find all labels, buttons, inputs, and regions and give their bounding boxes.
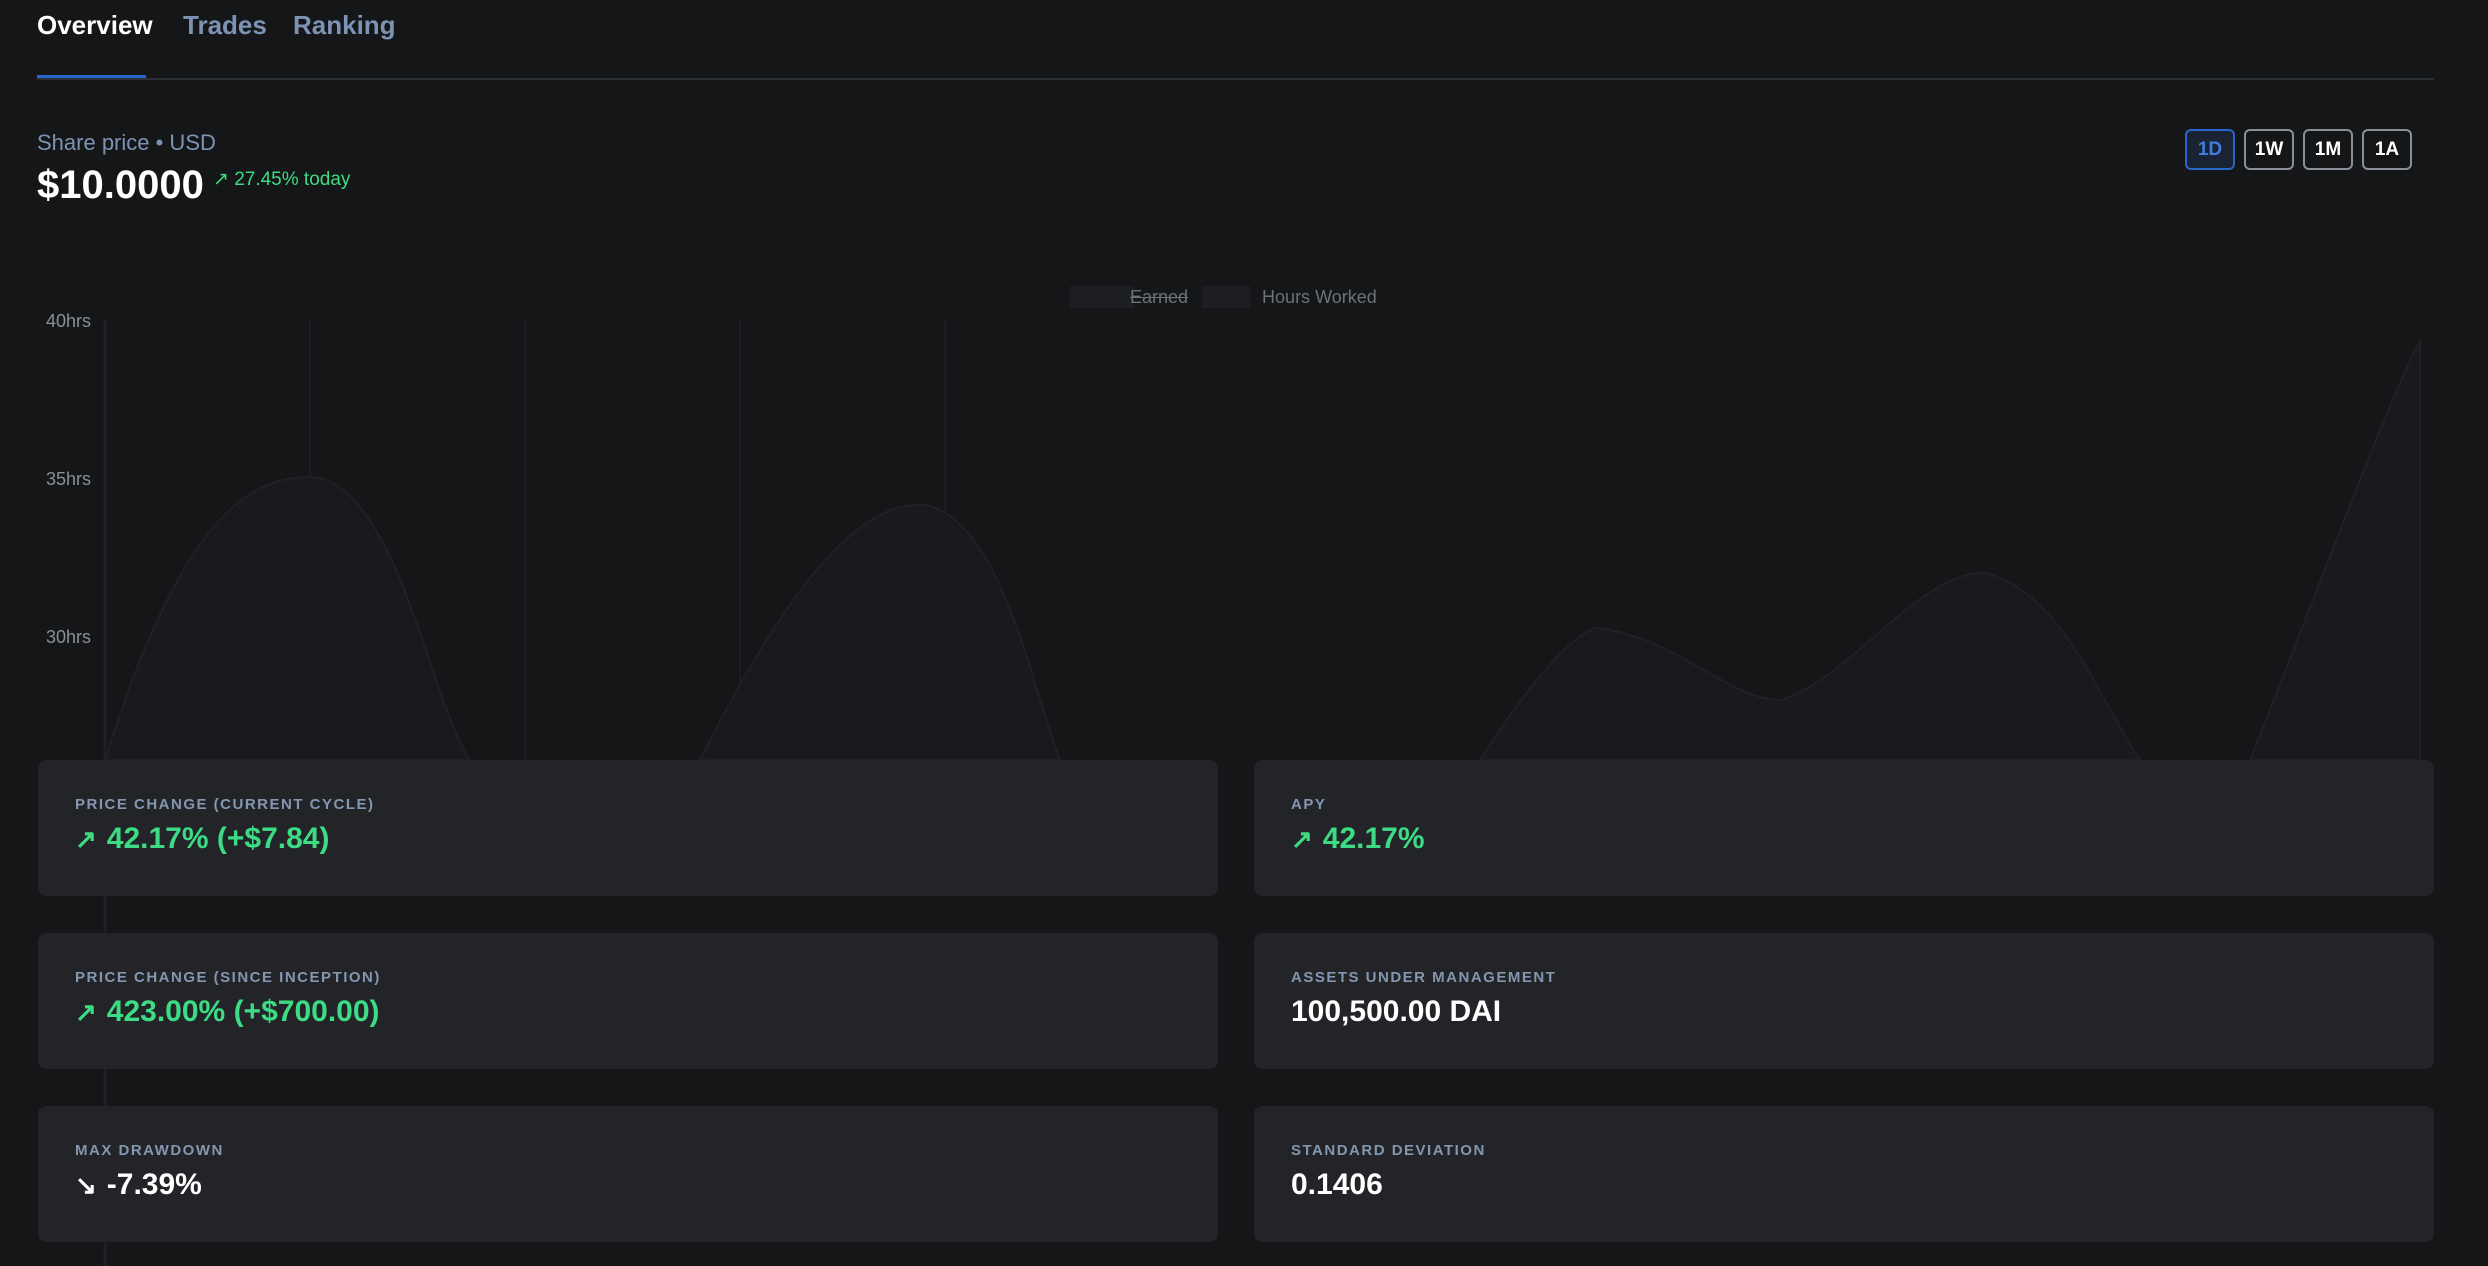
stat-card-label: PRICE CHANGE (CURRENT CYCLE) <box>75 796 375 813</box>
y-tick-label: 30hrs <box>46 627 92 647</box>
stat-card-value: ↘ -7.39% <box>75 1168 202 1202</box>
stat-card-apy: APY ↗ 42.17% <box>1254 760 2434 896</box>
legend-swatch-earned[interactable] <box>1070 286 1134 308</box>
chart-legend: Earned Hours Worked <box>1070 286 1377 308</box>
stat-card-label: APY <box>1291 796 1327 813</box>
legend-swatch-hours[interactable] <box>1202 286 1251 308</box>
y-tick-label: 40hrs <box>46 311 92 331</box>
stat-card-max-drawdown: MAX DRAWDOWN ↘ -7.39% <box>38 1106 1218 1242</box>
stat-card-value-text: 42.17% <box>1322 822 1425 855</box>
stat-card-price-change-inception: PRICE CHANGE (SINCE INCEPTION) ↗ 423.00%… <box>38 933 1218 1069</box>
arrow-up-right-icon: ↗ <box>75 996 97 1027</box>
hours-worked-chart <box>103 320 2421 1266</box>
stat-card-aum: ASSETS UNDER MANAGEMENT 100,500.00 DAI <box>1254 933 2434 1069</box>
stat-card-label: ASSETS UNDER MANAGEMENT <box>1291 969 1557 986</box>
stat-card-value: ↗ 423.00% (+$700.00) <box>75 995 380 1029</box>
hours-worked-area <box>103 339 2421 761</box>
stat-card-value-text: 423.00% (+$700.00) <box>106 995 380 1028</box>
arrow-up-right-icon: ↗ <box>1291 823 1313 854</box>
stat-card-label: MAX DRAWDOWN <box>75 1142 224 1159</box>
stat-card-value-text: -7.39% <box>106 1168 202 1201</box>
stat-card-value: ↗ 42.17% (+$7.84) <box>75 822 329 856</box>
stat-card-value-text: 0.1406 <box>1291 1168 1383 1201</box>
stat-card-label: PRICE CHANGE (SINCE INCEPTION) <box>75 969 381 986</box>
stat-card-label: STANDARD DEVIATION <box>1291 1142 1486 1159</box>
stat-card-value-text: 100,500.00 DAI <box>1291 995 1502 1028</box>
legend-item-hours-worked[interactable]: Hours Worked <box>1262 287 1377 308</box>
stat-card-price-change-current: PRICE CHANGE (CURRENT CYCLE) ↗ 42.17% (+… <box>38 760 1218 896</box>
stat-card-std-deviation: STANDARD DEVIATION 0.1406 <box>1254 1106 2434 1242</box>
arrow-down-right-icon: ↘ <box>75 1169 97 1200</box>
y-tick-label: 35hrs <box>46 469 92 489</box>
stat-card-value: 0.1406 <box>1291 1168 1383 1202</box>
stat-card-value: ↗ 42.17% <box>1291 822 1425 856</box>
legend-item-earned[interactable]: Earned <box>1130 287 1188 308</box>
arrow-up-right-icon: ↗ <box>75 823 97 854</box>
stat-card-value-text: 42.17% (+$7.84) <box>106 822 330 855</box>
stat-card-value: 100,500.00 DAI <box>1291 995 1501 1029</box>
